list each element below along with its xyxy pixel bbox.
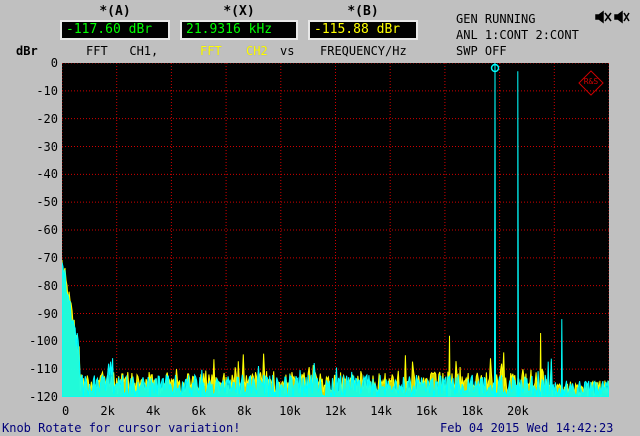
cursor-a-panel: *(A) -117.60 dBr (60, 4, 170, 40)
status-anl: ANL 1:CONT 2:CONT (456, 28, 579, 42)
x-tick-label: 16k (415, 404, 438, 418)
y-tick-label: -120 (29, 390, 58, 404)
y-tick-label: -20 (36, 111, 58, 126)
subheader-vs: vs (280, 44, 295, 58)
fft-plot[interactable] (62, 63, 609, 397)
y-tick-label: -90 (36, 306, 58, 321)
cursor-a-title: *(A) (99, 4, 131, 19)
subheader-b: FREQUENCY/Hz (320, 44, 407, 58)
y-tick-label: -50 (36, 195, 58, 210)
y-tick-label: -10 (36, 83, 58, 98)
x-tick-label: 6k (191, 404, 206, 418)
y-tick-label: -40 (36, 167, 58, 182)
x-tick-label: 0 (62, 404, 70, 418)
cursor-x-title: *(X) (223, 4, 255, 19)
cursor-a-value: -117.60 dBr (60, 20, 170, 40)
x-tick-label: 4k (145, 404, 161, 418)
x-tick-label: 2k (100, 404, 115, 418)
rs-logo-text: R&S (583, 77, 599, 86)
y-tick-label: -80 (36, 278, 58, 293)
cursor-b-panel: *(B) -115.88 dBr (308, 4, 418, 40)
x-tick-label: 18k (461, 404, 484, 418)
x-tick-label: 10k (279, 404, 301, 418)
x-tick-label: 14k (370, 404, 392, 418)
x-tick-label: 8k (237, 404, 252, 418)
y-tick-label: -60 (36, 223, 58, 237)
y-tick-label: -70 (36, 250, 58, 265)
y-tick-label: 0 (50, 56, 58, 70)
speaker-muted-icon (595, 10, 612, 24)
cursor-b-value: -115.88 dBr (308, 20, 418, 40)
x-tick-label: 12k (324, 404, 347, 418)
cursor-x-value: 21.9316 kHz (180, 20, 298, 40)
fft-plot-svg (62, 63, 609, 397)
status-icons (595, 10, 630, 24)
footer-hint: Knob Rotate for cursor variation! (2, 421, 241, 435)
y-axis-label: dBr (16, 44, 38, 58)
subheader-fft: FFT (200, 44, 222, 58)
cursor-b-title: *(B) (347, 4, 379, 19)
subheader-ch2: CH2 (246, 44, 268, 58)
status-gen: GEN RUNNING (456, 12, 536, 26)
footer-datetime: Feb 04 2015 Wed 14:42:23 (440, 421, 614, 435)
subheader-a: FFT CH1, (86, 44, 159, 58)
speaker-off-icon (614, 10, 630, 24)
y-tick-label: -100 (29, 334, 58, 349)
y-tick-label: -110 (29, 362, 58, 377)
x-tick-label: 20k (507, 404, 529, 418)
y-tick-label: -30 (36, 139, 58, 154)
status-swp: SWP OFF (456, 44, 507, 58)
cursor-x-panel: *(X) 21.9316 kHz (180, 4, 298, 40)
